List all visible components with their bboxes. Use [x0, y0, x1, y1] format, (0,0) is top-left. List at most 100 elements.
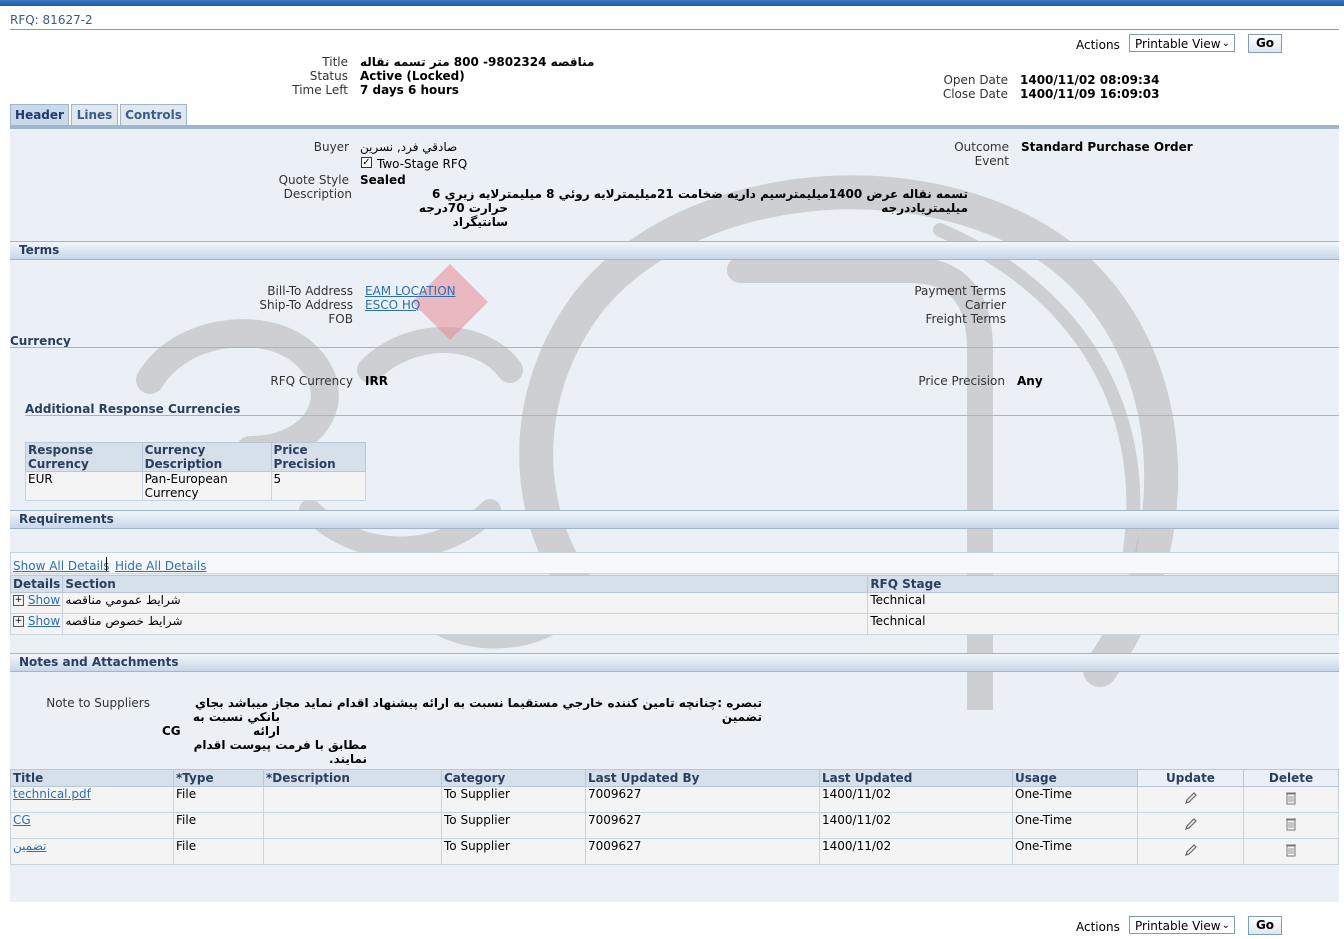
col-category: Category: [441, 769, 586, 787]
cell-category: To Supplier: [441, 838, 586, 865]
cell-usage: One-Time: [1012, 838, 1138, 865]
freight-terms-label: Freight Terms: [925, 312, 1007, 326]
cell-last-updated-by: 7009627: [585, 812, 820, 839]
cell-delete: [1243, 786, 1339, 813]
hide-all-details-link[interactable]: Hide All Details: [115, 559, 206, 573]
price-precision-label: Price Precision: [918, 374, 1005, 388]
show-all-details-link[interactable]: Show All Details: [13, 559, 110, 573]
cell-category: To Supplier: [441, 812, 586, 839]
description-label: Description: [283, 187, 352, 201]
show-details-link[interactable]: Show: [28, 593, 60, 607]
cell-usage: One-Time: [1012, 786, 1138, 813]
col-type: *Type: [173, 769, 264, 787]
cell-description: [263, 786, 442, 813]
go-button[interactable]: Go: [1248, 916, 1282, 935]
additional-currencies-rule: [25, 415, 1339, 416]
trash-icon[interactable]: [1283, 842, 1299, 858]
col-last-updated: Last Updated: [819, 769, 1013, 787]
plus-box-icon[interactable]: +: [13, 616, 24, 627]
price-precision-value: Any: [1017, 374, 1043, 388]
cell-title: CG: [10, 812, 174, 839]
col-details: Details: [9, 575, 64, 593]
cell-description: [263, 838, 442, 865]
cell-type: File: [173, 786, 264, 813]
attachments-table: Title *Type *Description Category Last U…: [10, 769, 1339, 865]
bill-to-label: Bill-To Address: [267, 284, 353, 298]
cell-category: To Supplier: [441, 786, 586, 813]
note-to-suppliers-label: Note to Suppliers: [46, 696, 150, 710]
time-left-label: Time Left: [292, 83, 348, 97]
outcome-value: Standard Purchase Order: [1021, 140, 1193, 154]
cell-title: تضمين: [10, 838, 174, 865]
go-button[interactable]: Go: [1248, 34, 1282, 53]
ship-to-label: Ship-To Address: [259, 298, 353, 312]
pencil-icon[interactable]: [1183, 816, 1199, 832]
rfq-currency-label: RFQ Currency: [270, 374, 353, 388]
cell-rfq-stage: Technical: [867, 592, 1339, 614]
link-separator: [106, 557, 107, 571]
cell-details: + Show: [9, 613, 64, 635]
tab-controls[interactable]: Controls: [120, 104, 187, 126]
title-divider: [10, 29, 1339, 30]
actions-select[interactable]: Printable View ⌄: [1129, 916, 1235, 934]
title-value: مناقصه 9802324- 800 متر تسمه نقاله: [360, 55, 595, 69]
attachment-title-link[interactable]: تضمين: [13, 839, 46, 853]
pencil-icon[interactable]: [1183, 842, 1199, 858]
currency-rule: [10, 347, 1339, 348]
chevron-down-icon: ⌄: [1221, 920, 1230, 931]
col-usage: Usage: [1012, 769, 1138, 787]
actions-select[interactable]: Printable View ⌄: [1129, 34, 1235, 52]
col-currency-description: Currency Description: [141, 442, 272, 472]
close-date-label: Close Date: [942, 87, 1008, 101]
cell-delete: [1243, 812, 1339, 839]
trash-icon[interactable]: [1283, 816, 1299, 832]
attachment-title-link[interactable]: technical.pdf: [13, 787, 91, 801]
note-line-4: مطابق با فرمت پيوست اقدام نمايند.: [193, 738, 367, 766]
col-section: Section: [62, 575, 869, 593]
cell-response-currency: EUR: [25, 471, 143, 501]
ship-to-link[interactable]: ESCO HQ: [365, 298, 420, 312]
title-label: Title: [322, 55, 348, 69]
carrier-label: Carrier: [964, 298, 1006, 312]
trash-icon[interactable]: [1283, 790, 1299, 806]
actions-label: Actions: [1076, 920, 1120, 934]
cell-section: شرايط عمومي مناقصه: [62, 592, 869, 614]
description-line-2: حرارت 70درجه سانتيگراد: [418, 201, 508, 229]
plus-box-icon[interactable]: +: [13, 595, 24, 606]
cell-last-updated: 1400/11/02: [819, 812, 1013, 839]
rfq-currency-value: IRR: [365, 374, 388, 388]
col-title: Title: [10, 769, 174, 787]
cell-last-updated: 1400/11/02: [819, 838, 1013, 865]
col-price-precision: Price Precision: [270, 442, 367, 472]
note-line-3: CG: [162, 724, 181, 738]
cell-description: [263, 812, 442, 839]
cell-last-updated-by: 7009627: [585, 786, 820, 813]
close-date-value: 1400/11/09 16:09:03: [1020, 87, 1160, 101]
quote-style-label: Quote Style: [278, 173, 349, 187]
details-toggle-bar: [10, 552, 1339, 574]
table-row: EUR Pan-European Currency 5: [25, 471, 367, 501]
cell-update: [1137, 838, 1244, 865]
event-label: Event: [974, 154, 1009, 168]
cell-last-updated: 1400/11/02: [819, 786, 1013, 813]
table-row: CG File To Supplier 7009627 1400/11/02 O…: [10, 812, 1339, 839]
col-description: *Description: [263, 769, 442, 787]
cell-update: [1137, 786, 1244, 813]
fob-label: FOB: [328, 312, 353, 326]
payment-terms-label: Payment Terms: [914, 284, 1006, 298]
status-label: Status: [309, 69, 348, 83]
attachment-title-link[interactable]: CG: [13, 813, 31, 827]
buyer-value: صادقي فرد, نسرين: [360, 140, 458, 154]
bill-to-link[interactable]: EAM LOCATION: [365, 284, 456, 298]
actions-label: Actions: [1076, 38, 1120, 52]
col-rfq-stage: RFQ Stage: [867, 575, 1339, 593]
tab-header[interactable]: Header: [10, 104, 69, 126]
open-date-value: 1400/11/02 08:09:34: [1020, 73, 1160, 87]
time-left-value: 7 days 6 hours: [360, 83, 459, 97]
notes-section-header: Notes and Attachments: [10, 653, 1339, 672]
show-details-link[interactable]: Show: [28, 614, 60, 628]
tab-lines[interactable]: Lines: [71, 104, 118, 126]
status-value: Active (Locked): [360, 69, 465, 83]
pencil-icon[interactable]: [1183, 790, 1199, 806]
two-stage-checkbox[interactable]: ✓: [361, 157, 372, 168]
